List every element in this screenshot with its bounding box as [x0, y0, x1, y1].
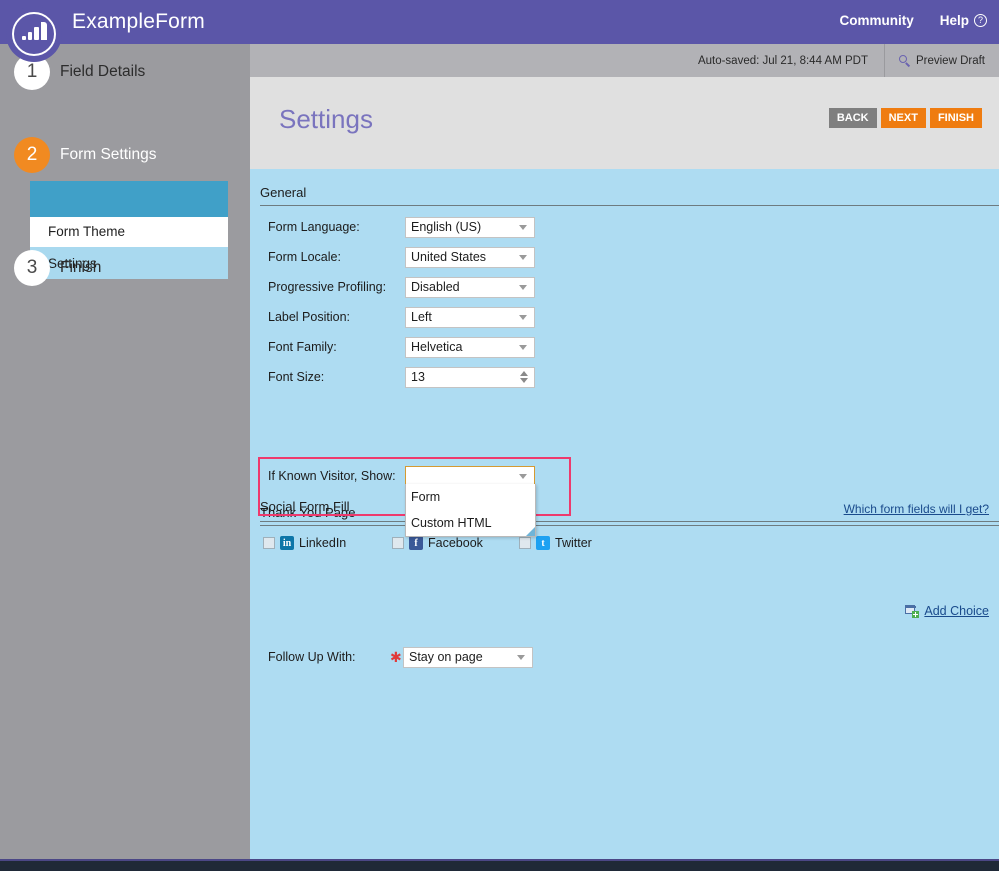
- section-header-general: General: [260, 185, 999, 206]
- label-known-visitor: If Known Visitor, Show:: [268, 469, 396, 483]
- select-follow-up-with[interactable]: Stay on page: [403, 646, 533, 668]
- select-label-position-value: Left: [411, 310, 432, 324]
- wizard-nav-buttons: BACK NEXT FINISH: [828, 108, 982, 128]
- known-visitor-dropdown-list[interactable]: Form Custom HTML: [405, 484, 536, 537]
- app-title: ExampleForm: [72, 10, 205, 33]
- next-button[interactable]: NEXT: [880, 108, 926, 128]
- select-follow-up-with-value: Stay on page: [409, 650, 483, 664]
- chevron-down-icon: [519, 314, 527, 320]
- label-twitter: Twitter: [555, 536, 592, 550]
- label-form-language: Form Language:: [268, 220, 360, 234]
- select-progressive-profiling[interactable]: Disabled: [405, 276, 535, 298]
- select-font-family-value: Helvetica: [411, 340, 463, 354]
- label-follow-up-with: Follow Up With:: [268, 650, 356, 664]
- section-header-social-form-fill: Social Form Fill: [260, 499, 350, 514]
- label-font-family: Font Family:: [268, 340, 337, 354]
- chevron-down-icon: [517, 654, 525, 660]
- preview-draft-label: Preview Draft: [915, 54, 985, 67]
- settings-form-body: General Form Language: English (US) Form…: [250, 169, 999, 859]
- step-number-3: 3: [14, 250, 50, 286]
- autosave-toolbar: Auto-saved: Jul 21, 8:44 AM PDT Preview …: [250, 44, 999, 77]
- label-facebook: Facebook: [428, 536, 483, 550]
- wizard-sidebar: 1 Field Details 2 Form Settings Form The…: [0, 44, 250, 859]
- magnifier-icon: [898, 55, 911, 67]
- checkbox-facebook[interactable]: [392, 537, 404, 549]
- select-form-locale-value: United States: [411, 250, 487, 264]
- select-form-locale[interactable]: United States: [405, 246, 535, 268]
- checkbox-twitter[interactable]: [519, 537, 531, 549]
- spinner-arrows-icon[interactable]: [520, 371, 528, 383]
- stepper-font-size-value: 13: [411, 370, 425, 384]
- add-window-plus-icon: [905, 604, 920, 618]
- chevron-down-icon: [519, 254, 527, 260]
- label-font-size: Font Size:: [268, 370, 325, 384]
- checkbox-item-facebook[interactable]: f Facebook: [392, 536, 483, 550]
- checkbox-item-twitter[interactable]: t Twitter: [519, 536, 592, 550]
- chevron-down-icon: [519, 284, 527, 290]
- chevron-down-icon: [519, 344, 527, 350]
- checkbox-linkedin[interactable]: [263, 537, 275, 549]
- resize-handle-icon[interactable]: [526, 527, 535, 536]
- sidebar-item-form-theme[interactable]: Form Theme: [30, 215, 228, 247]
- select-form-language-value: English (US): [411, 220, 482, 234]
- label-progressive-profiling: Progressive Profiling:: [268, 280, 387, 294]
- app-header-bar: ExampleForm Community Help ?: [0, 0, 999, 44]
- social-checkbox-row: in LinkedIn f Facebook t Twitter: [260, 536, 760, 556]
- select-form-language[interactable]: English (US): [405, 216, 535, 238]
- finish-button[interactable]: FINISH: [929, 108, 982, 128]
- page-header: Settings BACK NEXT FINISH: [250, 77, 999, 169]
- chevron-down-icon: [519, 473, 527, 479]
- step-label-finish: Finish: [60, 259, 102, 276]
- label-linkedin: LinkedIn: [299, 536, 347, 550]
- step-label-field-details: Field Details: [60, 63, 146, 80]
- sidebar-step-form-settings[interactable]: 2 Form Settings: [0, 137, 228, 173]
- stepper-font-size[interactable]: 13: [405, 366, 535, 388]
- logo-circle-icon: [12, 12, 56, 56]
- back-button[interactable]: BACK: [828, 108, 877, 128]
- step-label-form-settings: Form Settings: [60, 146, 157, 163]
- preview-draft-button[interactable]: Preview Draft: [885, 55, 999, 67]
- help-label: Help: [939, 13, 969, 28]
- page-title: Settings: [279, 104, 373, 134]
- step-number-2: 2: [14, 137, 50, 173]
- select-label-position[interactable]: Left: [405, 306, 535, 328]
- sidebar-step-finish[interactable]: 3 Finish: [0, 250, 228, 286]
- section-header-thank-you-page: Thank You Page: [260, 505, 999, 526]
- sidebar-item-form-theme-label: Form Theme: [48, 223, 126, 239]
- help-link[interactable]: Help ?: [940, 13, 987, 28]
- label-label-position: Label Position:: [268, 310, 351, 324]
- application-window: 1 Field Details 2 Form Settings Form The…: [0, 0, 999, 871]
- question-mark-circle-icon: ?: [974, 14, 987, 27]
- add-choice-button[interactable]: Add Choice: [905, 604, 989, 618]
- label-form-locale: Form Locale:: [268, 250, 341, 264]
- main-content-panel: Settings BACK NEXT FINISH General Form L…: [250, 77, 999, 859]
- dropdown-option-custom-html[interactable]: Custom HTML: [406, 510, 535, 536]
- header-links: Community Help ?: [839, 13, 987, 28]
- community-link[interactable]: Community: [839, 13, 913, 28]
- app-logo[interactable]: [6, 6, 62, 62]
- linkedin-icon: in: [280, 536, 294, 550]
- step-2-highlight-band: [30, 181, 228, 217]
- checkbox-item-linkedin[interactable]: in LinkedIn: [263, 536, 346, 550]
- twitter-icon: t: [536, 536, 550, 550]
- add-choice-label: Add Choice: [924, 604, 989, 618]
- dropdown-option-form[interactable]: Form: [406, 484, 535, 510]
- bottom-status-bar: [0, 861, 999, 871]
- autosave-status: Auto-saved: Jul 21, 8:44 AM PDT: [697, 54, 868, 67]
- select-progressive-profiling-value: Disabled: [411, 280, 460, 294]
- select-font-family[interactable]: Helvetica: [405, 336, 535, 358]
- chevron-down-icon: [519, 224, 527, 230]
- facebook-icon: f: [409, 536, 423, 550]
- required-marker-icon: ✱: [390, 648, 402, 665]
